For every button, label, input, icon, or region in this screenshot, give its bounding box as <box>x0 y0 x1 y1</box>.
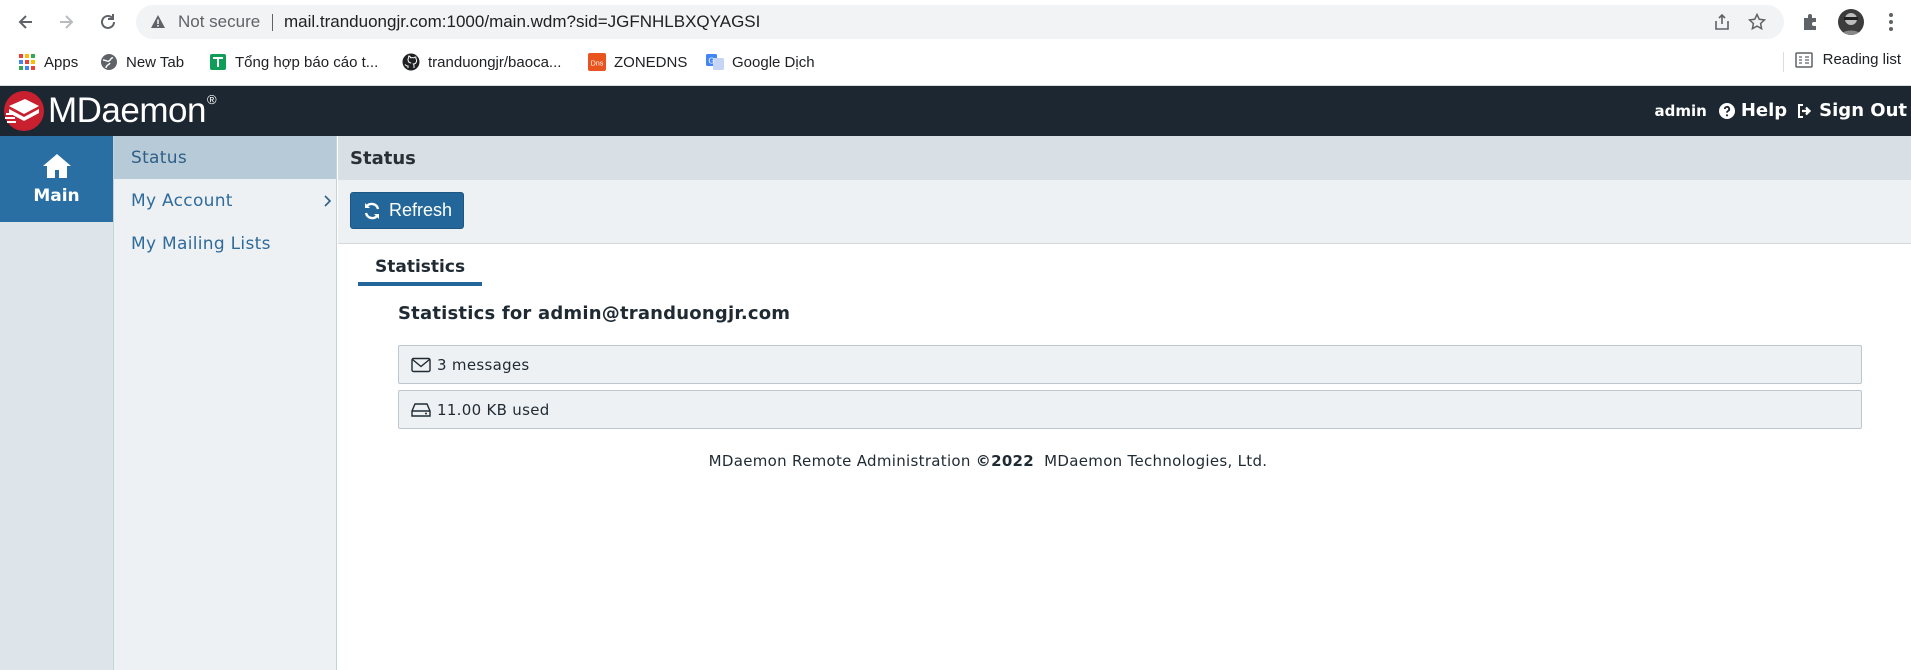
refresh-button[interactable]: Refresh <box>350 192 464 229</box>
bookmarks-separator <box>1783 52 1784 72</box>
back-arrow-icon <box>18 15 32 29</box>
logo-text: MDaemon <box>48 91 206 130</box>
left-rail: Main <box>0 136 114 670</box>
refresh-label: Refresh <box>388 200 453 220</box>
stat-storage: 11.00 KB used <box>398 390 1862 429</box>
bookmark-label: Apps <box>44 53 79 71</box>
subnav-item-my-account[interactable]: My Account <box>114 179 336 222</box>
footer-prefix: MDaemon Remote Administration <box>708 452 976 470</box>
main-content: Status Refresh Statistics Statistics for… <box>338 136 1911 670</box>
security-label[interactable]: Not secure <box>178 12 260 32</box>
bookmark-label: Tổng hợp báo cáo t... <box>235 53 379 71</box>
bookmark-label: tranduongjr/baoca... <box>428 53 562 71</box>
envelope-icon <box>411 357 431 372</box>
bookmark-apps[interactable]: Apps <box>18 51 78 73</box>
svg-text:Dns: Dns <box>591 61 604 68</box>
address-bar[interactable]: Not secure mail.tranduongjr.com:1000/mai… <box>136 5 1784 39</box>
mdaemon-logo[interactable]: MDaemon ® <box>2 90 217 132</box>
tab-statistics[interactable]: Statistics <box>358 254 483 286</box>
url-text[interactable]: mail.tranduongjr.com:1000/main.wdm?sid=J… <box>284 12 760 32</box>
stat-messages: 3 messages <box>398 345 1862 384</box>
reading-list-button[interactable]: Reading list <box>1794 51 1901 68</box>
mdaemon-logo-icon <box>4 91 44 131</box>
refresh-icon <box>364 202 380 219</box>
share-icon[interactable] <box>1713 13 1731 31</box>
logo-registered-mark: ® <box>206 91 217 107</box>
bookmark-new-tab[interactable]: New Tab <box>100 51 184 73</box>
help-link[interactable]: Help <box>1718 100 1788 121</box>
browser-menu-icon[interactable] <box>1880 11 1902 33</box>
tab-label: Statistics <box>375 257 466 277</box>
reload-icon <box>101 14 115 29</box>
google-translate-icon: G <box>706 54 724 70</box>
footer: MDaemon Remote Administration ©2022 MDae… <box>338 452 1638 470</box>
drive-icon <box>411 402 431 417</box>
footer-copyright: ©2022 <box>975 452 1035 470</box>
back-button[interactable] <box>10 6 42 38</box>
star-icon[interactable] <box>1748 13 1766 31</box>
subnav-item-label: My Account <box>131 190 233 211</box>
subnav-item-label: Status <box>131 147 187 168</box>
content-title-bar: Status <box>338 136 1911 180</box>
sign-out-label: Sign Out <box>1819 100 1907 121</box>
bookmarks-bar: Apps New Tab Tổng hợp báo cáo t... trand… <box>0 46 1911 78</box>
reading-list-icon <box>1794 51 1813 68</box>
footer-company: MDaemon Technologies, Ltd. <box>1034 452 1268 470</box>
bookmark-github[interactable]: tranduongjr/baoca... <box>402 51 561 73</box>
omnibox-separator <box>272 14 273 31</box>
chevron-right-icon <box>324 195 332 207</box>
bookmark-label: ZONEDNS <box>614 53 688 71</box>
reading-list-label: Reading list <box>1822 51 1901 68</box>
warning-icon <box>151 15 165 28</box>
secondary-nav: Status My Account My Mailing Lists <box>114 136 337 670</box>
subnav-item-status[interactable]: Status <box>114 136 336 179</box>
subnav-item-my-mailing-lists[interactable]: My Mailing Lists <box>114 222 336 265</box>
sign-out-icon <box>1798 103 1812 118</box>
apps-grid-icon <box>19 54 35 70</box>
stat-text: 11.00 KB used <box>437 400 550 419</box>
header-user-area: admin Help Sign Out <box>1655 100 1907 121</box>
forward-arrow-icon <box>60 15 74 29</box>
sheets-icon <box>210 54 226 70</box>
home-icon <box>42 154 71 178</box>
bookmark-tong-hop[interactable]: Tổng hợp báo cáo t... <box>209 51 378 73</box>
subnav-item-label: My Mailing Lists <box>131 233 271 254</box>
page-title: Status <box>350 148 416 169</box>
stats-heading: Statistics for admin@tranduongjr.com <box>398 303 791 324</box>
rail-main-label: Main <box>33 186 80 206</box>
bookmark-google-dich[interactable]: G Google Dịch <box>706 51 815 73</box>
svg-text:G: G <box>708 57 714 66</box>
browser-chrome: Not secure mail.tranduongjr.com:1000/mai… <box>0 0 1911 86</box>
help-question-icon <box>1718 102 1735 119</box>
globe-icon <box>101 54 117 70</box>
stat-text: 3 messages <box>437 355 530 374</box>
bookmark-label: Google Dịch <box>732 53 815 71</box>
browser-nav-row: Not secure mail.tranduongjr.com:1000/mai… <box>0 0 1911 44</box>
github-icon <box>402 53 420 71</box>
sign-out-link[interactable]: Sign Out <box>1797 100 1907 121</box>
bookmark-label: New Tab <box>126 53 185 71</box>
bookmark-zonedns[interactable]: Dns ZONEDNS <box>588 51 687 73</box>
profile-avatar[interactable] <box>1838 9 1864 35</box>
dns-icon: Dns <box>588 53 606 71</box>
extensions-puzzle-icon[interactable] <box>1800 11 1822 33</box>
content-toolbar: Refresh <box>338 180 1911 244</box>
app-header: MDaemon ® admin Help Sign Out <box>0 86 1911 136</box>
avatar-icon <box>1841 13 1861 35</box>
reload-button[interactable] <box>92 6 124 38</box>
forward-button[interactable] <box>50 6 82 38</box>
rail-main-button[interactable]: Main <box>0 136 113 222</box>
help-label: Help <box>1740 100 1788 121</box>
current-user: admin <box>1654 101 1707 120</box>
